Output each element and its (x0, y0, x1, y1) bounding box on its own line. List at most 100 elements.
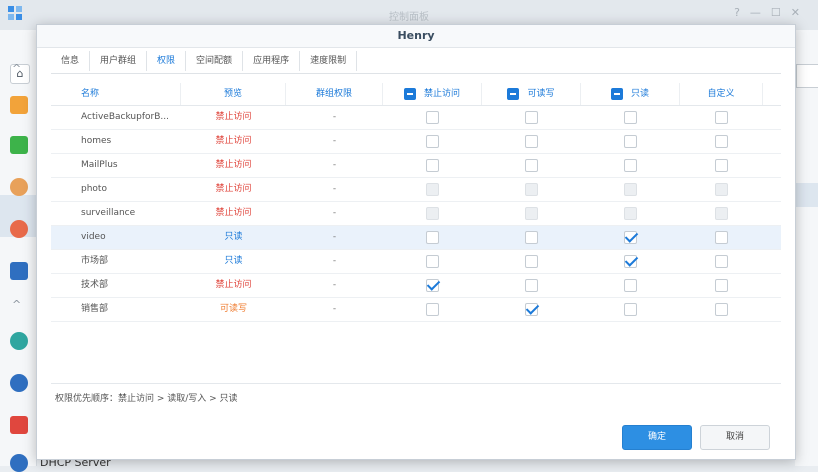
read-write-checkbox[interactable] (524, 255, 538, 268)
minimize-icon[interactable]: — (750, 6, 771, 19)
read-only-checkbox-cell (581, 250, 680, 273)
dhcp-icon[interactable] (10, 454, 28, 472)
column-header-no-access[interactable]: 禁止访问 (383, 83, 482, 105)
quickconnect-icon[interactable] (10, 332, 28, 350)
permission-preview: 禁止访问 (215, 184, 252, 194)
external-access-icon[interactable] (10, 374, 28, 392)
read-only-checkbox (623, 183, 637, 196)
shared-folder-name: 销售部 (81, 304, 109, 314)
read-write-checkbox-cell (482, 226, 581, 249)
read-only-checkbox[interactable] (623, 303, 637, 316)
group-icon[interactable] (10, 220, 28, 238)
maximize-icon[interactable]: ☐ (771, 6, 791, 19)
group-permission: - (332, 304, 337, 314)
select-all-no-access-checkbox[interactable] (403, 88, 416, 100)
tab-info[interactable]: 信息 (51, 51, 91, 71)
network-icon[interactable] (10, 416, 28, 434)
no-access-header-label: 禁止访问 (423, 89, 460, 99)
column-header-read-write[interactable]: 可读写 (482, 83, 581, 105)
column-header-custom[interactable]: 自定义 (680, 83, 763, 105)
window-title: 控制面板 (389, 12, 429, 23)
group-permission: - (332, 232, 337, 242)
close-icon[interactable]: ✕ (791, 6, 810, 19)
no-access-checkbox[interactable] (425, 255, 439, 268)
table-row[interactable]: 技术部 禁止访问 - (51, 274, 781, 298)
no-access-checkbox-cell (383, 154, 482, 177)
window-controls[interactable]: ?—☐✕ (734, 6, 810, 19)
no-access-checkbox-cell (383, 250, 482, 273)
cancel-button[interactable]: 取消 (700, 425, 770, 450)
read-only-checkbox-cell (581, 226, 680, 249)
read-write-checkbox[interactable] (524, 303, 538, 316)
read-write-checkbox[interactable] (524, 111, 538, 124)
read-only-checkbox[interactable] (623, 231, 637, 244)
collapse-caret-icon[interactable]: ^ (12, 62, 21, 75)
read-write-checkbox[interactable] (524, 135, 538, 148)
table-row[interactable]: surveillance 禁止访问 - (51, 202, 781, 226)
tab-speed-limit[interactable]: 速度限制 (300, 51, 358, 71)
table-row[interactable]: ActiveBackupforB... 禁止访问 - (51, 106, 781, 130)
custom-checkbox-cell (680, 130, 763, 153)
table-row[interactable]: photo 禁止访问 - (51, 178, 781, 202)
no-access-checkbox (425, 183, 439, 196)
read-only-checkbox[interactable] (623, 279, 637, 292)
user-icon[interactable] (10, 178, 28, 196)
read-write-checkbox[interactable] (524, 279, 538, 292)
read-write-checkbox[interactable] (524, 159, 538, 172)
no-access-checkbox[interactable] (425, 303, 439, 316)
table-row[interactable]: homes 禁止访问 - (51, 130, 781, 154)
section-caret-icon[interactable]: ^ (12, 298, 21, 311)
read-write-checkbox-cell (482, 106, 581, 129)
shared-folder-name: surveillance (81, 208, 136, 218)
select-all-read-only-checkbox[interactable] (610, 88, 623, 100)
permission-preview: 禁止访问 (215, 160, 252, 170)
group-permission: - (332, 256, 337, 266)
shared-folder-icon[interactable] (10, 96, 28, 114)
table-row[interactable]: 市场部 只读 - (51, 250, 781, 274)
background-search-field[interactable] (796, 64, 818, 88)
read-only-checkbox[interactable] (623, 135, 637, 148)
custom-checkbox[interactable] (714, 255, 728, 268)
table-row[interactable]: 销售部 可读写 - (51, 298, 781, 322)
custom-checkbox[interactable] (714, 279, 728, 292)
read-only-checkbox[interactable] (623, 111, 637, 124)
custom-checkbox[interactable] (714, 111, 728, 124)
column-header-read-only[interactable]: 只读 (581, 83, 680, 105)
read-write-checkbox-cell (482, 202, 581, 225)
no-access-checkbox[interactable] (425, 159, 439, 172)
no-access-checkbox-cell (383, 130, 482, 153)
read-write-checkbox[interactable] (524, 231, 538, 244)
no-access-checkbox-cell (383, 202, 482, 225)
custom-checkbox[interactable] (714, 159, 728, 172)
no-access-checkbox-cell (383, 226, 482, 249)
table-row[interactable]: video 只读 - (51, 226, 781, 250)
no-access-checkbox[interactable] (425, 135, 439, 148)
read-only-checkbox[interactable] (623, 159, 637, 172)
ok-button[interactable]: 确定 (622, 425, 692, 450)
no-access-checkbox[interactable] (425, 111, 439, 124)
group-permission: - (332, 280, 337, 290)
tab-quota[interactable]: 空间配额 (186, 51, 244, 71)
user-edit-dialog: Henry 信息 用户群组 权限 空间配额 应用程序 速度限制 名称 预览 群组… (36, 24, 796, 460)
help-icon[interactable]: ? (734, 6, 750, 19)
select-all-read-write-checkbox[interactable] (507, 88, 520, 100)
read-only-checkbox[interactable] (623, 255, 637, 268)
read-only-checkbox (623, 207, 637, 220)
custom-checkbox[interactable] (714, 231, 728, 244)
tab-user-groups[interactable]: 用户群组 (90, 51, 148, 71)
tab-permissions[interactable]: 权限 (147, 51, 187, 71)
column-header-group-permission[interactable]: 群组权限 (286, 83, 383, 105)
column-header-name[interactable]: 名称 (51, 83, 181, 105)
table-row[interactable]: MailPlus 禁止访问 - (51, 154, 781, 178)
tab-applications[interactable]: 应用程序 (243, 51, 301, 71)
custom-checkbox[interactable] (714, 135, 728, 148)
read-write-checkbox-cell (482, 250, 581, 273)
read-only-header-label: 只读 (630, 89, 649, 99)
no-access-checkbox[interactable] (425, 279, 439, 292)
custom-checkbox[interactable] (714, 303, 728, 316)
permission-preview: 只读 (224, 232, 243, 242)
domain-ldap-icon[interactable] (10, 262, 28, 280)
file-services-icon[interactable] (10, 136, 28, 154)
column-header-preview[interactable]: 预览 (181, 83, 286, 105)
no-access-checkbox[interactable] (425, 231, 439, 244)
